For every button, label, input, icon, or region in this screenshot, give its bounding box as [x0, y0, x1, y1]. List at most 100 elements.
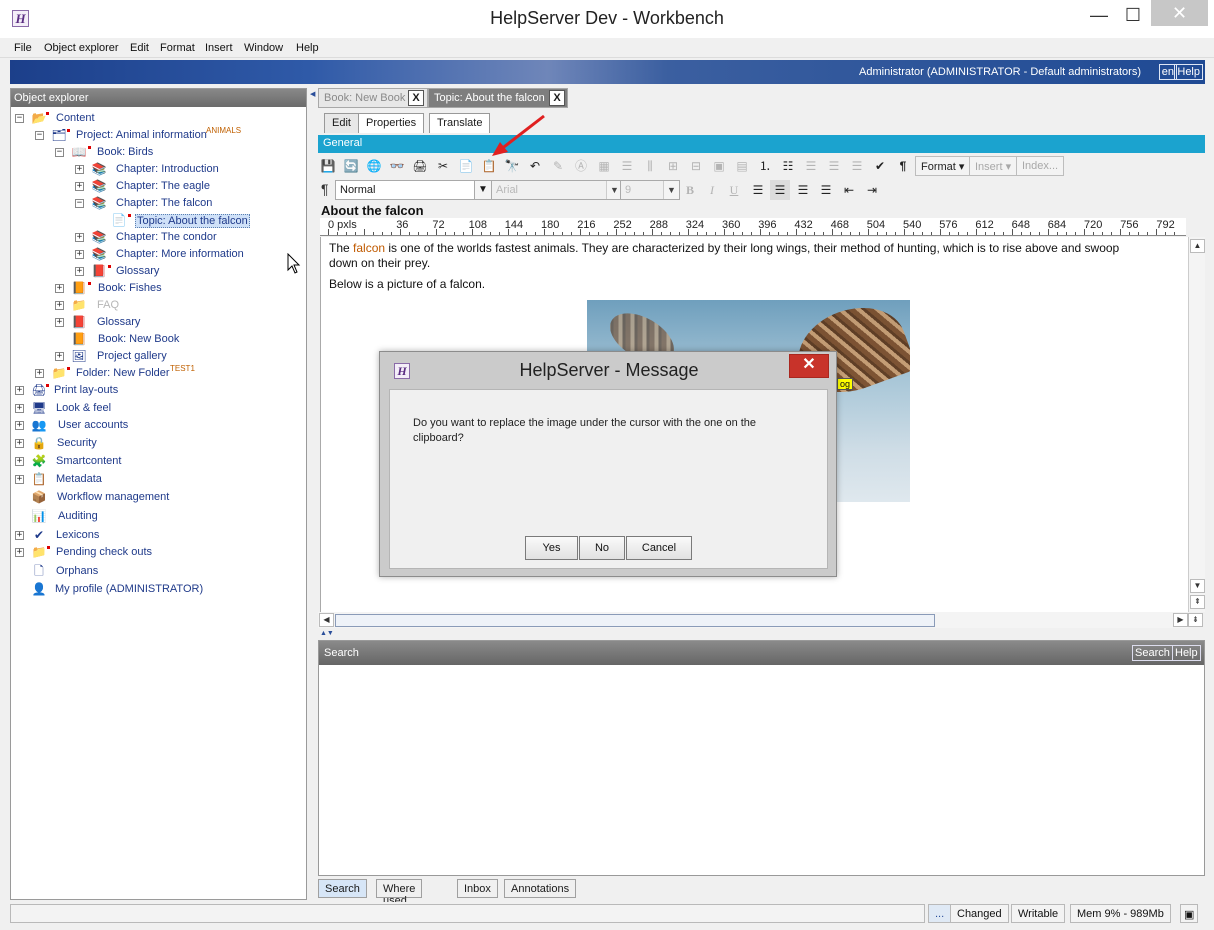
search-button[interactable]: Search — [1132, 645, 1173, 661]
scroll-down-icon[interactable]: ▼ — [1190, 579, 1205, 593]
insert-row-icon[interactable]: ⊞ — [663, 156, 683, 176]
align-center-icon[interactable]: ☰ — [770, 180, 790, 200]
expand-icon[interactable]: + — [15, 475, 24, 484]
style-select[interactable]: Normal — [335, 180, 492, 200]
expand-icon[interactable]: + — [15, 531, 24, 540]
cut-icon[interactable]: ✂ — [433, 156, 453, 176]
table-icon[interactable]: ▦ — [594, 156, 614, 176]
menu-file[interactable]: File — [14, 42, 32, 54]
glossary-link[interactable]: falcon — [353, 241, 385, 255]
expand-icon[interactable]: + — [15, 386, 24, 395]
style-icon[interactable]: Ⓐ — [571, 156, 591, 176]
list-format-icon[interactable]: ☰ — [847, 156, 867, 176]
cancel-button[interactable]: Cancel — [626, 536, 692, 560]
tree-item-smartcontent[interactable]: + 🧩 Smartcontent — [11, 454, 301, 471]
expand-icon[interactable]: + — [75, 250, 84, 259]
expand-icon[interactable]: + — [75, 165, 84, 174]
index-button[interactable]: Index... — [1016, 156, 1065, 176]
status-window-icon[interactable]: ▣ — [1180, 904, 1199, 923]
collapse-icon[interactable]: − — [55, 148, 64, 157]
menu-help[interactable]: Help — [296, 42, 319, 54]
outdent-icon[interactable]: ⇤ — [839, 180, 859, 200]
tree-item-chapter-falcon[interactable]: − 📚 Chapter: The falcon — [11, 196, 301, 213]
scroll-right-icon[interactable]: ▶ — [1173, 613, 1188, 627]
merge-cells-icon[interactable]: ▣ — [709, 156, 729, 176]
preview-globe-icon[interactable]: 🌐 — [364, 156, 384, 176]
tree-item-chapter-condor[interactable]: + 📚 Chapter: The condor — [11, 230, 301, 247]
numbered-list-icon[interactable]: ⒈ — [755, 156, 775, 176]
menu-window[interactable]: Window — [244, 42, 283, 54]
panel-splitter[interactable] — [309, 88, 315, 900]
spellcheck-icon[interactable]: ✔ — [870, 156, 890, 176]
expand-icon[interactable]: + — [15, 421, 24, 430]
table-row-icon[interactable]: ☰ — [617, 156, 637, 176]
indent-icon[interactable]: ⇥ — [862, 180, 882, 200]
no-button[interactable]: No — [579, 536, 625, 560]
insert-col-icon[interactable]: ⊟ — [686, 156, 706, 176]
vertical-scrollbar[interactable]: ▲ ▼ ⇞ — [1188, 237, 1205, 612]
tree-item-book-fishes[interactable]: + 📙 Book: Fishes — [11, 281, 301, 298]
copy-icon[interactable]: 📄 — [456, 156, 476, 176]
collapse-icon[interactable]: − — [35, 131, 44, 140]
tab-topic-falcon[interactable]: Topic: About the falcon — [428, 88, 568, 108]
tree-item-pending[interactable]: + 📁 Pending check outs — [11, 545, 301, 562]
menu-object-explorer[interactable]: Object explorer — [44, 42, 119, 54]
search-help-button[interactable]: Help — [1172, 645, 1201, 661]
bold-button[interactable]: B — [680, 180, 700, 200]
split-cells-icon[interactable]: ▤ — [732, 156, 752, 176]
menu-insert[interactable]: Insert — [205, 42, 233, 54]
page-down-icon[interactable]: ⇟ — [1188, 613, 1203, 627]
splitter-collapse-icon[interactable]: ◀ — [310, 90, 315, 98]
tree-item-content[interactable]: − 📂 Content — [11, 111, 301, 128]
pilcrow-icon[interactable]: ¶ — [893, 156, 913, 176]
tree-item-folder-new[interactable]: + 📁 Folder: New Folder TEST1 — [11, 364, 301, 383]
bullet-list-icon[interactable]: ☷ — [778, 156, 798, 176]
tree-item-metadata[interactable]: + 📋 Metadata — [11, 472, 301, 489]
split-arrows-icon[interactable]: ▲▼ — [320, 630, 334, 637]
tab-edit[interactable]: Edit — [324, 113, 359, 133]
font-size-select[interactable]: 9 ▼ — [620, 180, 680, 200]
underline-button[interactable]: U — [724, 180, 744, 200]
tree-item-security[interactable]: + 🔒 Security — [11, 436, 301, 453]
tab-search[interactable]: Search — [318, 879, 367, 898]
paragraph-1[interactable]: The falcon is one of the worlds fastest … — [329, 241, 1149, 271]
horizontal-scrollbar[interactable]: ◀ ▶ ⇟ — [318, 612, 1203, 628]
expand-icon[interactable]: + — [75, 267, 84, 276]
expand-icon[interactable]: + — [35, 369, 44, 378]
collapse-icon[interactable]: − — [75, 199, 84, 208]
tab-close-icon[interactable]: X — [408, 90, 424, 106]
justify-icon[interactable]: ☰ — [816, 180, 836, 200]
tree-item-topic-falcon[interactable]: 📄 Topic: About the falcon — [11, 213, 301, 230]
clear-format-icon[interactable]: ✎ — [548, 156, 568, 176]
menu-format[interactable]: Format — [160, 42, 195, 54]
tree-item-lexicons[interactable]: + ✔ Lexicons — [11, 528, 301, 545]
tree-item-my-profile[interactable]: 👤 My profile (ADMINISTRATOR) — [11, 582, 301, 599]
tree-item-book-new[interactable]: 📙 Book: New Book — [11, 332, 301, 349]
menu-edit[interactable]: Edit — [130, 42, 149, 54]
expand-icon[interactable]: + — [15, 404, 24, 413]
format-menu-button[interactable]: Format ▾ — [915, 156, 971, 176]
tree-item-project-gallery[interactable]: + 🖼 Project gallery — [11, 349, 301, 366]
window-close-button[interactable]: ✕ — [1151, 0, 1208, 26]
expand-icon[interactable]: + — [55, 318, 64, 327]
expand-icon[interactable]: + — [15, 457, 24, 466]
expand-icon[interactable]: + — [55, 284, 64, 293]
paragraph-2[interactable]: Below is a picture of a falcon. — [329, 277, 485, 291]
maximize-button[interactable]: ☐ — [1110, 0, 1156, 30]
expand-icon[interactable]: + — [75, 182, 84, 191]
tab-inbox[interactable]: Inbox — [457, 879, 498, 898]
chevron-down-icon[interactable]: ▼ — [474, 180, 492, 200]
tab-where-used[interactable]: Where used — [376, 879, 423, 907]
align-left-icon[interactable]: ☰ — [748, 180, 768, 200]
print-icon[interactable]: 🖨 — [410, 156, 430, 176]
scroll-left-icon[interactable]: ◀ — [319, 613, 334, 627]
tab-annotations[interactable]: Annotations — [504, 879, 577, 898]
indent-list-icon[interactable]: ☰ — [824, 156, 844, 176]
tree-item-chapter-eagle[interactable]: + 📚 Chapter: The eagle — [11, 179, 301, 196]
expand-icon[interactable]: + — [55, 301, 64, 310]
tree-item-orphans[interactable]: 🗋 Orphans — [11, 564, 301, 581]
tree-item-glossary-birds[interactable]: + 📕 Glossary — [11, 264, 301, 281]
tree-item-project[interactable]: − 🗂 Project: Animal information ANIMALS — [11, 126, 301, 145]
tab-translate[interactable]: Translate — [429, 113, 491, 133]
tree-item-workflow[interactable]: 📦 Workflow management — [11, 490, 301, 507]
